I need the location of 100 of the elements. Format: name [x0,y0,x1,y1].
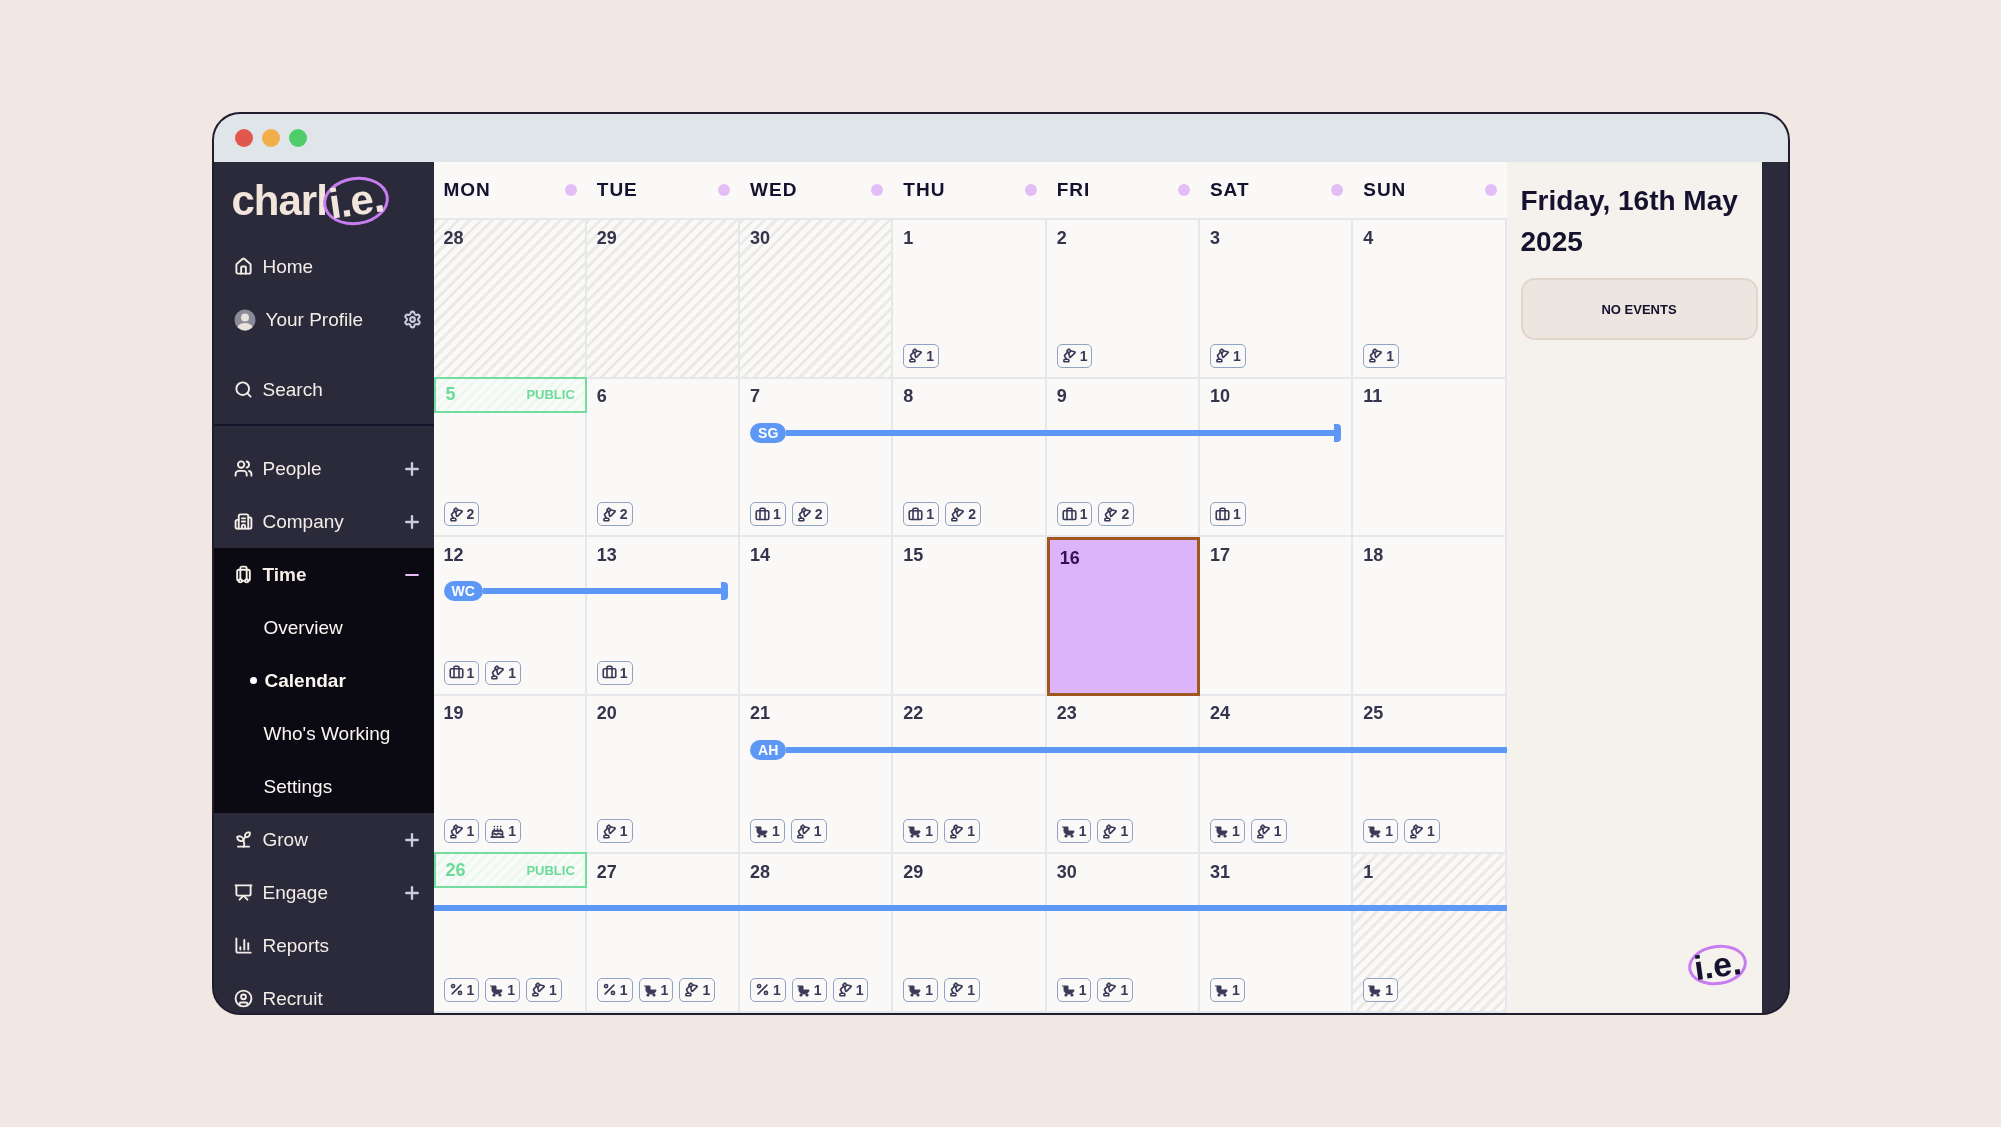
day-cell[interactable]: 6 2 [586,378,741,538]
count-badge[interactable]: 1 [1209,343,1246,368]
event-bar[interactable] [433,905,1507,912]
badge-count: 1 [1231,823,1240,840]
count-badge[interactable]: 1 [485,660,522,685]
day-cell[interactable]: 25 1 1 [1353,695,1507,855]
weekday-dot [564,184,577,196]
count-badge[interactable]: 1 [596,819,633,844]
count-badge[interactable]: 1 [903,343,940,368]
day-cell[interactable]: 24 1 1 [1199,695,1354,855]
count-badge[interactable]: 1 [1209,502,1246,527]
day-cell[interactable]: 28 1 1 1 [740,854,894,1013]
count-badge[interactable]: 1 [903,977,939,1002]
count-badge[interactable]: 1 [679,977,716,1002]
count-badge[interactable]: 2 [443,502,480,527]
nav-link[interactable]: Reports [233,934,330,957]
count-badge[interactable]: 1 [944,819,980,844]
day-cell[interactable]: 15 [893,537,1047,696]
badge-count: 1 [813,981,822,998]
count-badge[interactable]: 1 [903,502,940,527]
day-cell[interactable]: 30 [740,220,894,379]
count-badge[interactable]: 1 [443,977,480,1002]
count-badge[interactable]: 2 [791,502,828,527]
count-badge[interactable]: 1 [1097,819,1134,844]
day-cell[interactable]: 30 1 1 [1046,854,1200,1013]
count-badge[interactable]: 1 [750,819,785,844]
count-badge[interactable]: 2 [1098,502,1135,527]
nav-link[interactable]: Grow [233,828,308,851]
maximize-button[interactable] [288,129,307,147]
nav-link[interactable]: Home [233,255,314,278]
count-badge[interactable]: 1 [596,977,633,1002]
day-cell[interactable]: 3 1 [1199,220,1354,379]
day-cell[interactable]: 29 [586,220,741,379]
count-badge[interactable]: 1 [903,819,939,844]
day-cell[interactable]: 11 [1353,378,1507,538]
count-badge[interactable]: 1 [1209,819,1245,844]
count-badge[interactable]: 1 [1363,343,1399,368]
nav-link[interactable]: Time [233,563,307,586]
count-badge[interactable]: 1 [1056,343,1093,368]
count-badge[interactable]: 1 [750,502,786,527]
count-badge[interactable]: 1 [1363,977,1398,1002]
day-number: 14 [750,544,771,566]
day-cell[interactable]: 23 1 1 [1046,695,1200,855]
day-cell[interactable]: 5 PUBLIC 2 [433,378,587,538]
nav-link[interactable]: Your Profile [233,308,364,331]
event-bar[interactable] [786,746,1507,753]
badge-count: 1 [1385,823,1393,840]
day-cell[interactable]: 14 [740,537,894,696]
nav-sublink[interactable]: Overview [213,601,434,654]
count-badge[interactable]: 1 [1097,977,1134,1002]
settings-icon[interactable] [402,310,422,329]
count-badge[interactable]: 2 [596,502,633,527]
day-cell[interactable]: 31 1 [1199,854,1354,1013]
day-cell[interactable]: 28 [433,220,587,379]
count-badge[interactable]: 1 [1209,977,1245,1002]
nav-link[interactable]: Search [233,378,323,401]
count-badge[interactable]: 2 [945,502,981,527]
count-badge[interactable]: 1 [944,977,980,1002]
count-badge[interactable]: 1 [485,977,521,1002]
minimize-button[interactable] [261,129,280,147]
date-title: Friday, 16th May 2025 [1520,184,1739,259]
day-cell[interactable]: 29 1 1 [893,854,1047,1013]
nav-sublink[interactable]: Calendar [213,654,434,707]
count-badge[interactable]: 1 [1056,502,1093,527]
day-cell[interactable]: 18 [1353,537,1507,696]
day-cell[interactable]: 1 1 [893,220,1047,379]
nav-link[interactable]: Company [233,510,344,533]
day-cell[interactable]: 20 1 [586,695,741,855]
nav-sublink[interactable]: Settings [213,760,434,813]
count-badge[interactable]: 1 [638,977,674,1002]
day-cell[interactable]: 1 1 [1353,854,1507,1013]
count-badge[interactable]: 1 [443,819,480,844]
badge-count: 1 [1232,347,1241,364]
count-badge[interactable]: 1 [750,977,786,1002]
day-cell[interactable]: 4 1 [1353,220,1507,379]
nav-link[interactable]: Recruit [233,987,323,1010]
badge-count: 1 [1386,347,1394,364]
count-badge[interactable]: 1 [1056,819,1092,844]
count-badge[interactable]: 1 [526,977,562,1002]
count-badge[interactable]: 1 [1363,819,1398,844]
count-badge[interactable]: 1 [596,660,633,685]
nav-sublink[interactable]: Who's Working [213,707,434,760]
day-cell[interactable]: 2 1 [1046,220,1200,379]
nav-link[interactable]: Engage [233,881,328,904]
count-badge[interactable]: 1 [1250,819,1287,844]
nav-link[interactable]: People [233,457,322,480]
day-cell[interactable]: 22 1 1 [893,695,1047,855]
day-cell[interactable]: 27 1 1 1 [586,854,741,1013]
count-badge[interactable]: 1 [791,977,827,1002]
count-badge[interactable]: 1 [443,660,480,685]
weekday-dot [718,184,731,196]
count-badge[interactable]: 1 [1056,977,1092,1002]
count-badge[interactable]: 1 [832,977,869,1002]
count-badge[interactable]: 1 [1404,819,1440,844]
day-cell[interactable]: 26 PUBLIC 1 1 1 [433,854,587,1013]
day-cell[interactable]: 16 [1046,537,1200,696]
count-badge[interactable]: 1 [790,819,827,844]
count-badge[interactable]: 1 [485,819,522,844]
close-button[interactable] [234,129,253,147]
day-cell[interactable]: 17 [1199,537,1354,696]
